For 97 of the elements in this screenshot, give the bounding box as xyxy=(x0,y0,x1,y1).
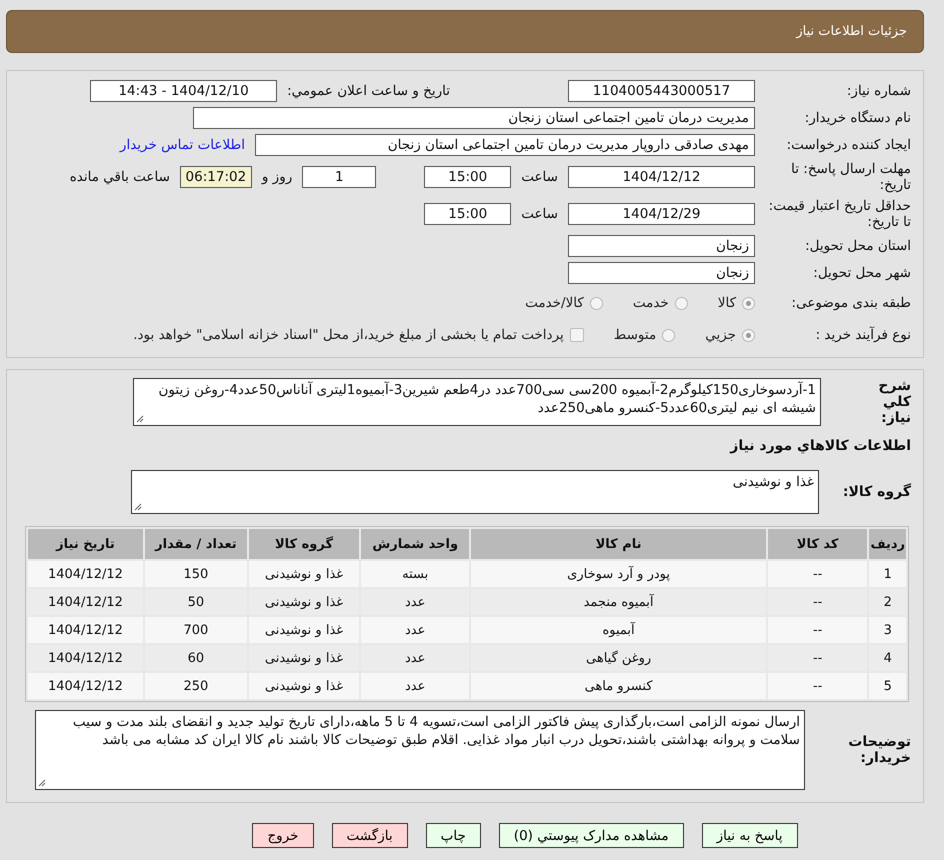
announce-date-field[interactable]: 1404/12/10 - 14:43 xyxy=(90,80,278,102)
table-cell: عدد xyxy=(361,673,470,699)
table-cell: عدد xyxy=(361,617,470,643)
table-cell: غذا و نوشیدنی xyxy=(248,561,360,587)
table-cell: غذا و نوشیدنی xyxy=(248,645,360,671)
resize-grip-icon[interactable] xyxy=(38,779,46,787)
radio-button[interactable] xyxy=(590,296,603,310)
category-option[interactable]: خدمت xyxy=(632,295,688,311)
table-cell: -- xyxy=(768,617,868,643)
table-cell: 250 xyxy=(144,673,247,699)
process-option[interactable]: متوسط xyxy=(614,327,676,343)
field-label: طبقه بندی موضوعی: xyxy=(790,295,911,311)
field-label: ایجاد کننده درخواست: xyxy=(786,137,911,153)
time-label: ساعت xyxy=(521,169,558,185)
table-cell: بسته xyxy=(361,561,470,587)
buyer-org-field[interactable]: مدیریت درمان تامین اجتماعی استان زنجان xyxy=(193,107,755,129)
resize-grip-icon[interactable] xyxy=(136,415,144,423)
table-cell: 1404/12/12 xyxy=(28,645,143,671)
action-button[interactable]: خروج xyxy=(252,823,314,848)
description-field[interactable]: 1-آردسوخاری150کیلوگرم2-آبمیوه 200سی سی700عدد در4طعم شیرین3-آبمیوه1لیتری آناناس50عدد4-روغن زیتون شیشه ای نیم لیتری60عدد5-کنسرو ماهی250عدد xyxy=(133,378,821,426)
field-label: شماره نیاز: xyxy=(846,83,911,99)
need-number-field[interactable]: 1104005443000517 xyxy=(568,80,755,102)
column-header[interactable]: تعداد / مقدار xyxy=(144,529,247,559)
table-cell: 1404/12/12 xyxy=(28,673,143,699)
city-field[interactable]: زنجان xyxy=(568,262,755,284)
radio-button[interactable] xyxy=(742,328,755,342)
field-label: حداقل تاریخ اعتبار قیمت: تا تاریخ: xyxy=(768,198,911,230)
column-header[interactable]: واحد شمارش xyxy=(361,529,470,559)
table-cell: 1404/12/12 xyxy=(28,589,143,615)
table-cell: غذا و نوشیدنی xyxy=(248,617,360,643)
table-cell: -- xyxy=(768,673,868,699)
table-cell: 1 xyxy=(869,561,906,587)
action-button[interactable]: پاسخ به نیاز xyxy=(702,823,798,848)
field-label: نام دستگاه خریدار: xyxy=(804,110,911,126)
province-field[interactable]: زنجان xyxy=(568,235,755,257)
table-cell: -- xyxy=(768,561,868,587)
section-heading: اطلاعات کالاهاي مورد نياز xyxy=(728,438,911,454)
category-option[interactable]: کالا xyxy=(718,295,755,311)
days-label: روز و xyxy=(262,169,292,185)
field-label: تاريخ و ساعت اعلان عمومي: xyxy=(287,83,450,99)
column-header[interactable]: کد کالا xyxy=(768,529,868,559)
table-cell: -- xyxy=(768,645,868,671)
field-label: استان محل تحویل: xyxy=(804,238,911,254)
table-cell: کنسرو ماهی xyxy=(471,673,766,699)
field-label: گروه کالا: xyxy=(842,484,911,500)
field-label: نوع فرآیند خرید : xyxy=(814,327,911,343)
table-cell: 60 xyxy=(144,645,247,671)
validity-date-field[interactable]: 1404/12/29 xyxy=(568,203,755,225)
table-cell: عدد xyxy=(361,645,470,671)
table-cell: 3 xyxy=(869,617,906,643)
column-header[interactable]: نام کالا xyxy=(471,529,766,559)
process-option[interactable]: جزيي xyxy=(705,327,755,343)
table-cell: -- xyxy=(768,589,868,615)
table-cell: روغن گیاهی xyxy=(471,645,766,671)
validity-time-field[interactable]: 15:00 xyxy=(424,203,512,225)
radio-button[interactable] xyxy=(662,328,676,342)
table-cell: آبمیوه xyxy=(471,617,766,643)
deadline-date-field[interactable]: 1404/12/12 xyxy=(568,166,755,188)
days-field[interactable]: 1 xyxy=(302,166,376,188)
category-option[interactable]: کالا/خدمت xyxy=(525,295,603,311)
goods-group-field[interactable]: غذا و نوشیدنی xyxy=(131,470,819,514)
requester-field[interactable]: مهدی صادقی داروپار مدیریت درمان تامین اجتماعی استان زنجان xyxy=(255,134,755,156)
payment-option[interactable]: پرداخت تمام یا بخشی از مبلغ خرید،از محل "اسناد خزانه اسلامی" خواهد بود. xyxy=(133,327,584,343)
table-cell: غذا و نوشیدنی xyxy=(248,673,360,699)
table-cell: 1404/12/12 xyxy=(28,561,143,587)
buyer-notes-field[interactable]: ارسال نمونه الزامی است،بارگذاری پیش فاکتور الزامی است،تسویه 4 تا 5 ماهه،دارای تاریخ تولید جدید و انقضای بلند مدت و سیب سلامت و پروانه بهداشتی باشند،تحویل درب انبار مواد غذایی. اقلام طبق توضیحات کالا باشند نام کالا ایران کد مشابه می باشد xyxy=(35,710,805,790)
table-cell: عدد xyxy=(361,589,470,615)
table-cell: 1404/12/12 xyxy=(28,617,143,643)
action-button[interactable]: بازگشت xyxy=(332,823,408,848)
page-title: جزئیات اطلاعات نیاز xyxy=(796,24,907,39)
column-header[interactable]: تاریخ نیاز xyxy=(28,529,143,559)
table-cell: 50 xyxy=(144,589,247,615)
table-cell: 700 xyxy=(144,617,247,643)
resize-grip-icon[interactable] xyxy=(134,503,142,511)
time-label: ساعت xyxy=(521,206,558,222)
table-cell: 4 xyxy=(869,645,906,671)
remaining-time-field: 06:17:02 xyxy=(180,166,252,188)
table-cell: آبمیوه منجمد xyxy=(471,589,766,615)
field-label: توضیحات خریدار: xyxy=(847,734,911,766)
table-cell: پودر و آرد سوخاری xyxy=(471,561,766,587)
field-label: مهلت ارسال پاسخ: تا تاریخ: xyxy=(790,161,911,193)
field-label: شهر محل تحویل: xyxy=(812,265,911,281)
table-cell: 2 xyxy=(869,589,906,615)
table-cell: غذا و نوشیدنی xyxy=(248,589,360,615)
checkbox[interactable] xyxy=(570,328,584,342)
column-header[interactable]: گروه کالا xyxy=(248,529,360,559)
column-header[interactable]: ردیف xyxy=(869,529,906,559)
radio-button[interactable] xyxy=(742,296,755,310)
contact-link[interactable]: اطلاعات تماس خریدار xyxy=(120,137,245,153)
radio-button[interactable] xyxy=(674,296,688,310)
deadline-time-field[interactable]: 15:00 xyxy=(424,166,512,188)
action-button[interactable]: مشاهده مدارک پیوستي (0) xyxy=(498,823,684,848)
action-button[interactable]: چاپ xyxy=(426,823,481,848)
field-label: شرح کلي نياز: xyxy=(877,378,911,426)
remaining-label: ساعت باقي مانده xyxy=(70,169,170,185)
table-cell: 5 xyxy=(869,673,906,699)
table-cell: 150 xyxy=(144,561,247,587)
